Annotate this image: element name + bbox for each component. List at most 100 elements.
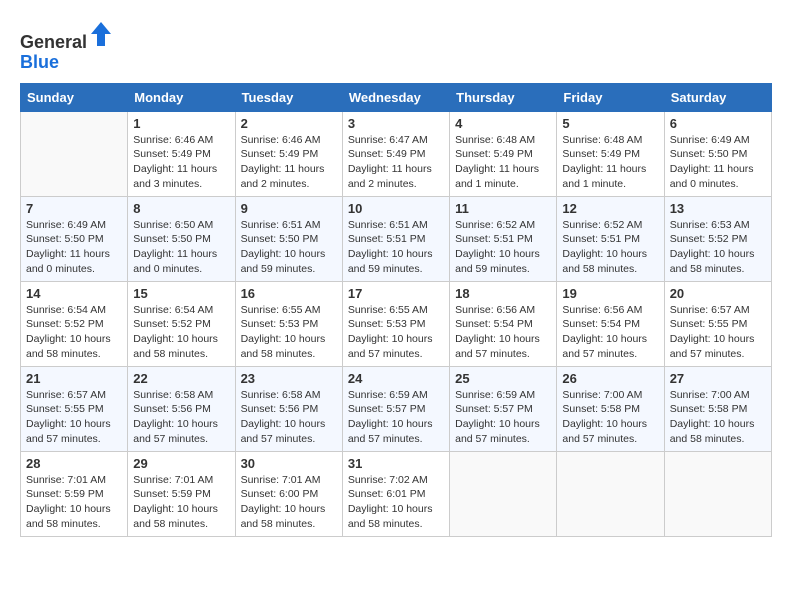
day-number: 29 [133,456,229,471]
day-cell: 24Sunrise: 6:59 AMSunset: 5:57 PMDayligh… [342,366,449,451]
day-info: Sunrise: 6:48 AMSunset: 5:49 PMDaylight:… [562,133,658,192]
col-header-monday: Monday [128,83,235,111]
day-cell: 31Sunrise: 7:02 AMSunset: 6:01 PMDayligh… [342,451,449,536]
day-number: 11 [455,201,551,216]
day-info: Sunrise: 6:53 AMSunset: 5:52 PMDaylight:… [670,218,766,277]
day-cell: 9 Sunrise: 6:51 AMSunset: 5:50 PMDaylight… [235,196,342,281]
day-cell: 3Sunrise: 6:47 AMSunset: 5:49 PMDaylight… [342,111,449,196]
logo-blue: Blue [20,52,59,72]
day-number: 2 [241,116,337,131]
day-number: 26 [562,371,658,386]
week-row-5: 28 Sunrise: 7:01 AMSunset: 5:59 PMDayligh… [21,451,772,536]
day-cell: 15 Sunrise: 6:54 AMSunset: 5:52 PMDayligh… [128,281,235,366]
day-cell: 21 Sunrise: 6:57 AMSunset: 5:55 PMDayligh… [21,366,128,451]
day-info: Sunrise: 7:00 AMSunset: 5:58 PMDaylight:… [562,388,658,447]
col-header-friday: Friday [557,83,664,111]
day-number: 13 [670,201,766,216]
day-number: 22 [133,371,229,386]
day-info: Sunrise: 6:49 AMSunset: 5:50 PMDaylight:… [670,133,766,192]
day-info: Sunrise: 6:52 AMSunset: 5:51 PMDaylight:… [455,218,551,277]
day-number: 10 [348,201,444,216]
day-info: Sunrise: 7:01 AMSunset: 6:00 PMDaylight:… [241,473,337,532]
day-number: 9 [241,201,337,216]
day-info: Sunrise: 7:02 AMSunset: 6:01 PMDaylight:… [348,473,444,532]
day-number: 5 [562,116,658,131]
day-number: 6 [670,116,766,131]
day-info: Sunrise: 6:51 AMSunset: 5:51 PMDaylight:… [348,218,444,277]
day-cell: 14 Sunrise: 6:54 AMSunset: 5:52 PMDayligh… [21,281,128,366]
day-cell: 6 Sunrise: 6:49 AMSunset: 5:50 PMDaylight… [664,111,771,196]
day-cell: 27 Sunrise: 7:00 AMSunset: 5:58 PMDayligh… [664,366,771,451]
logo-text: General Blue [20,20,113,73]
col-header-thursday: Thursday [450,83,557,111]
day-info: Sunrise: 6:46 AMSunset: 5:49 PMDaylight:… [133,133,229,192]
day-info: Sunrise: 6:48 AMSunset: 5:49 PMDaylight:… [455,133,551,192]
day-cell: 5 Sunrise: 6:48 AMSunset: 5:49 PMDaylight… [557,111,664,196]
day-info: Sunrise: 6:56 AMSunset: 5:54 PMDaylight:… [455,303,551,362]
day-info: Sunrise: 6:59 AMSunset: 5:57 PMDaylight:… [348,388,444,447]
day-info: Sunrise: 6:56 AMSunset: 5:54 PMDaylight:… [562,303,658,362]
day-number: 17 [348,286,444,301]
header-row: SundayMondayTuesdayWednesdayThursdayFrid… [21,83,772,111]
day-cell: 12Sunrise: 6:52 AMSunset: 5:51 PMDayligh… [557,196,664,281]
day-cell: 23Sunrise: 6:58 AMSunset: 5:56 PMDayligh… [235,366,342,451]
col-header-tuesday: Tuesday [235,83,342,111]
day-number: 19 [562,286,658,301]
day-cell: 19 Sunrise: 6:56 AMSunset: 5:54 PMDayligh… [557,281,664,366]
week-row-2: 7Sunrise: 6:49 AMSunset: 5:50 PMDaylight… [21,196,772,281]
day-number: 3 [348,116,444,131]
col-header-sunday: Sunday [21,83,128,111]
day-cell [557,451,664,536]
day-info: Sunrise: 6:51 AMSunset: 5:50 PMDaylight:… [241,218,337,277]
day-info: Sunrise: 6:50 AMSunset: 5:50 PMDaylight:… [133,218,229,277]
logo-icon [89,20,113,48]
day-info: Sunrise: 6:49 AMSunset: 5:50 PMDaylight:… [26,218,122,277]
week-row-3: 14 Sunrise: 6:54 AMSunset: 5:52 PMDayligh… [21,281,772,366]
day-cell: 17 Sunrise: 6:55 AMSunset: 5:53 PMDayligh… [342,281,449,366]
day-info: Sunrise: 6:57 AMSunset: 5:55 PMDaylight:… [26,388,122,447]
day-cell: 7Sunrise: 6:49 AMSunset: 5:50 PMDaylight… [21,196,128,281]
day-cell: 8Sunrise: 6:50 AMSunset: 5:50 PMDaylight… [128,196,235,281]
day-info: Sunrise: 7:00 AMSunset: 5:58 PMDaylight:… [670,388,766,447]
day-cell: 4 Sunrise: 6:48 AMSunset: 5:49 PMDaylight… [450,111,557,196]
day-number: 27 [670,371,766,386]
day-cell: 1Sunrise: 6:46 AMSunset: 5:49 PMDaylight… [128,111,235,196]
day-cell: 22 Sunrise: 6:58 AMSunset: 5:56 PMDayligh… [128,366,235,451]
col-header-saturday: Saturday [664,83,771,111]
logo-general: General [20,32,87,52]
day-number: 25 [455,371,551,386]
day-info: Sunrise: 7:01 AMSunset: 5:59 PMDaylight:… [26,473,122,532]
week-row-4: 21 Sunrise: 6:57 AMSunset: 5:55 PMDayligh… [21,366,772,451]
day-cell [664,451,771,536]
day-number: 20 [670,286,766,301]
day-cell [450,451,557,536]
day-cell: 16Sunrise: 6:55 AMSunset: 5:53 PMDayligh… [235,281,342,366]
day-number: 30 [241,456,337,471]
day-cell: 18 Sunrise: 6:56 AMSunset: 5:54 PMDayligh… [450,281,557,366]
day-info: Sunrise: 6:58 AMSunset: 5:56 PMDaylight:… [133,388,229,447]
day-cell [21,111,128,196]
day-number: 18 [455,286,551,301]
day-cell: 25Sunrise: 6:59 AMSunset: 5:57 PMDayligh… [450,366,557,451]
day-info: Sunrise: 6:55 AMSunset: 5:53 PMDaylight:… [348,303,444,362]
day-number: 16 [241,286,337,301]
calendar-table: SundayMondayTuesdayWednesdayThursdayFrid… [20,83,772,537]
day-cell: 26 Sunrise: 7:00 AMSunset: 5:58 PMDayligh… [557,366,664,451]
day-info: Sunrise: 6:52 AMSunset: 5:51 PMDaylight:… [562,218,658,277]
day-cell: 28 Sunrise: 7:01 AMSunset: 5:59 PMDayligh… [21,451,128,536]
day-info: Sunrise: 6:54 AMSunset: 5:52 PMDaylight:… [133,303,229,362]
day-info: Sunrise: 6:54 AMSunset: 5:52 PMDaylight:… [26,303,122,362]
day-cell: 11 Sunrise: 6:52 AMSunset: 5:51 PMDayligh… [450,196,557,281]
day-number: 23 [241,371,337,386]
day-cell: 20 Sunrise: 6:57 AMSunset: 5:55 PMDayligh… [664,281,771,366]
day-number: 21 [26,371,122,386]
day-number: 4 [455,116,551,131]
day-cell: 13 Sunrise: 6:53 AMSunset: 5:52 PMDayligh… [664,196,771,281]
day-number: 28 [26,456,122,471]
day-number: 14 [26,286,122,301]
day-number: 15 [133,286,229,301]
week-row-1: 1Sunrise: 6:46 AMSunset: 5:49 PMDaylight… [21,111,772,196]
day-info: Sunrise: 7:01 AMSunset: 5:59 PMDaylight:… [133,473,229,532]
day-info: Sunrise: 6:57 AMSunset: 5:55 PMDaylight:… [670,303,766,362]
day-cell: 10 Sunrise: 6:51 AMSunset: 5:51 PMDayligh… [342,196,449,281]
